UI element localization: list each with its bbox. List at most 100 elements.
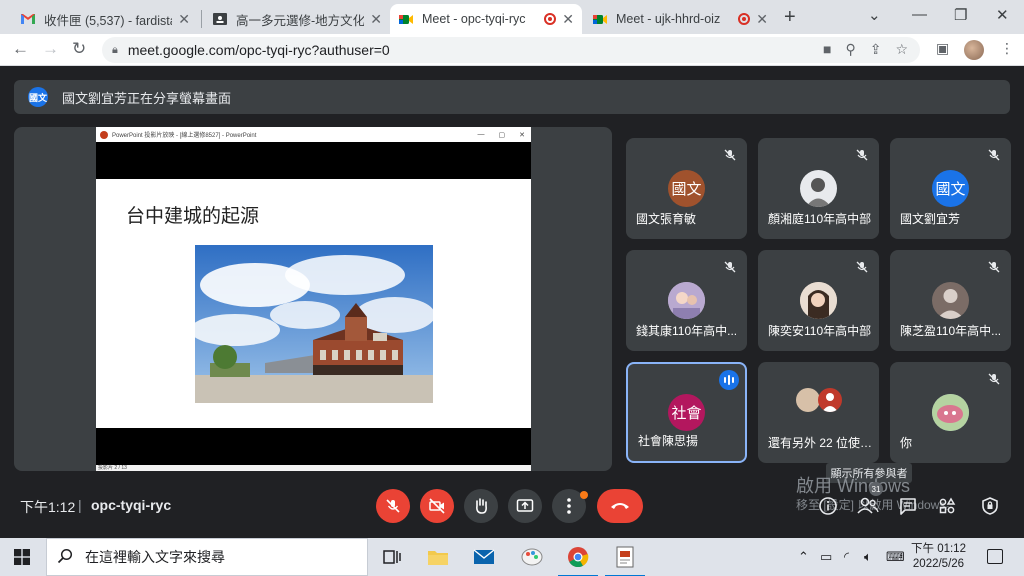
shared-screen[interactable]: PowerPoint 投影片放映 - [線上選修8527] - PowerPoi… bbox=[14, 127, 612, 471]
meeting-time: 下午1:12 bbox=[20, 499, 76, 515]
participant-tile-speaking[interactable]: 社會 社會陳思揚 bbox=[626, 362, 747, 463]
close-icon[interactable]: ✕ bbox=[178, 11, 190, 28]
classroom-icon bbox=[212, 11, 228, 27]
battery-icon[interactable]: ▭ bbox=[820, 549, 832, 565]
chevron-up-icon[interactable]: ⌃ bbox=[798, 549, 809, 565]
reload-icon[interactable]: ↻ bbox=[72, 39, 86, 59]
more-vert-icon bbox=[567, 498, 571, 514]
mic-off-icon bbox=[386, 499, 400, 513]
tab-meet-active[interactable]: Meet - opc-tyqi-ryc ✕ bbox=[390, 4, 582, 34]
powerpoint-titlebar: PowerPoint 投影片放映 - [線上選修8527] - PowerPoi… bbox=[96, 127, 531, 142]
mic-off-icon bbox=[723, 260, 737, 274]
meet-icon bbox=[398, 11, 414, 27]
people-icon[interactable] bbox=[857, 496, 879, 516]
info-icon[interactable] bbox=[818, 496, 838, 516]
presenting-banner: 國文 國文劉宜芳正在分享螢幕畫面 bbox=[14, 80, 1010, 114]
participant-photo bbox=[800, 282, 837, 319]
minimize-icon[interactable]: — bbox=[912, 6, 927, 23]
participant-photo bbox=[800, 170, 837, 207]
tab-title: Meet - opc-tyqi-ryc bbox=[422, 12, 526, 26]
participant-tile[interactable]: 國文 國文劉宜芳 bbox=[890, 138, 1011, 239]
presenting-text: 國文劉宜芳正在分享螢幕畫面 bbox=[62, 90, 232, 106]
new-tab-button[interactable]: + bbox=[784, 6, 796, 29]
taskbar-clock[interactable]: 下午 01:12 2022/5/26 bbox=[911, 542, 966, 572]
participant-photo bbox=[796, 388, 820, 412]
bookmark-star-icon[interactable]: ☆ bbox=[895, 41, 908, 58]
restore-icon: ▢ bbox=[498, 131, 506, 139]
participant-photo bbox=[932, 394, 969, 431]
participant-tile[interactable]: 國文 國文張育敏 bbox=[626, 138, 747, 239]
slide-title: 台中建城的起源 bbox=[126, 205, 260, 227]
mic-off-icon bbox=[855, 148, 869, 162]
forward-icon[interactable]: → bbox=[42, 39, 59, 59]
tab-title: 收件匣 (5,537) - fardistan bbox=[44, 13, 173, 28]
mic-off-icon bbox=[723, 148, 737, 162]
participant-name: 國文劉宜芳 bbox=[900, 212, 961, 226]
mail-icon[interactable] bbox=[472, 545, 496, 569]
recording-icon bbox=[544, 13, 557, 25]
mic-off-icon bbox=[987, 372, 1001, 386]
tab-meet-2[interactable]: Meet - ujk-hhrd-oiz ✕ bbox=[584, 4, 776, 34]
volume-icon[interactable]: 🔈︎ bbox=[864, 549, 872, 565]
powerpoint-viewer-icon[interactable] bbox=[605, 545, 645, 576]
input-method-icon[interactable]: ⌨ bbox=[886, 549, 905, 565]
camera-off-button[interactable] bbox=[420, 489, 454, 523]
windows-start-icon[interactable] bbox=[14, 549, 30, 565]
participant-name: 錢其康110年高中... bbox=[636, 324, 738, 338]
gmail-icon bbox=[20, 11, 36, 27]
mic-off-icon bbox=[855, 260, 869, 274]
more-participants-tile[interactable]: 還有另外 22 位使用者 bbox=[758, 362, 879, 463]
participant-avatar: 國文 bbox=[932, 170, 969, 207]
close-icon[interactable]: ✕ bbox=[562, 11, 574, 28]
chat-icon[interactable] bbox=[898, 496, 918, 516]
notification-dot bbox=[580, 491, 588, 499]
close-window-icon[interactable]: ✕ bbox=[996, 6, 1009, 24]
raise-hand-button[interactable] bbox=[464, 489, 498, 523]
powerpoint-icon bbox=[100, 130, 108, 139]
restore-icon[interactable]: ❐ bbox=[954, 6, 967, 24]
tab-title: 高一多元選修-地方文化創 bbox=[236, 13, 365, 28]
close-icon: ✕ bbox=[519, 131, 525, 139]
lock-icon[interactable]: 🔒︎ bbox=[112, 44, 118, 57]
notification-center-icon[interactable] bbox=[987, 549, 1003, 564]
close-icon[interactable]: ✕ bbox=[370, 11, 382, 28]
self-tile[interactable]: 你 bbox=[890, 362, 1011, 463]
wifi-icon[interactable]: ◜ bbox=[844, 549, 849, 565]
chrome-icon[interactable] bbox=[558, 545, 598, 576]
leave-call-button[interactable] bbox=[597, 489, 643, 523]
taskbar-search-box[interactable]: 在這裡輸入文字來搜尋 bbox=[46, 538, 368, 576]
profile-avatar[interactable] bbox=[964, 40, 984, 60]
participant-tile[interactable]: 顏湘庭110年高中部 bbox=[758, 138, 879, 239]
close-icon[interactable]: ✕ bbox=[756, 11, 768, 28]
minimize-icon: — bbox=[477, 130, 485, 138]
clock-date: 2022/5/26 bbox=[912, 558, 965, 570]
participant-count-badge: 31 bbox=[869, 482, 883, 496]
back-icon[interactable]: ← bbox=[12, 39, 29, 59]
activate-windows-watermark: 啟用 Windows bbox=[796, 476, 911, 496]
zoom-icon[interactable]: ⚲ bbox=[845, 41, 855, 58]
participant-tile[interactable]: 錢其康110年高中... bbox=[626, 250, 747, 351]
present-screen-button[interactable] bbox=[508, 489, 542, 523]
file-explorer-icon[interactable] bbox=[426, 545, 450, 569]
participant-tile[interactable]: 陳芝盈110年高中... bbox=[890, 250, 1011, 351]
meet-icon bbox=[592, 11, 608, 27]
participant-name: 陳芝盈110年高中... bbox=[900, 324, 1002, 338]
paint-icon[interactable] bbox=[520, 545, 544, 569]
participant-tile[interactable]: 陳奕安110年高中部 bbox=[758, 250, 879, 351]
mic-off-button[interactable] bbox=[376, 489, 410, 523]
camera-icon[interactable]: ■ bbox=[823, 41, 831, 58]
camera-off-icon bbox=[429, 498, 445, 514]
host-controls-icon[interactable] bbox=[980, 496, 1000, 516]
activities-icon[interactable] bbox=[937, 496, 957, 516]
tab-gmail[interactable]: 收件匣 (5,537) - fardistan ✕ bbox=[12, 4, 198, 34]
hand-icon bbox=[476, 498, 487, 514]
participant-name: 顏湘庭110年高中部 bbox=[768, 212, 872, 226]
chevron-down-icon[interactable]: ⌄ bbox=[868, 6, 881, 24]
task-view-icon[interactable] bbox=[380, 545, 404, 569]
address-bar[interactable]: 🔒︎ meet.google.com/opc-tyqi-ryc?authuser… bbox=[102, 37, 920, 63]
side-panel-icon[interactable]: ▣ bbox=[936, 40, 949, 57]
menu-icon[interactable]: ⋮ bbox=[1000, 40, 1014, 57]
share-icon[interactable]: ⇪ bbox=[870, 41, 882, 58]
tab-classroom[interactable]: 高一多元選修-地方文化創 ✕ bbox=[204, 4, 390, 34]
slide: 台中建城的起源 bbox=[96, 179, 531, 428]
